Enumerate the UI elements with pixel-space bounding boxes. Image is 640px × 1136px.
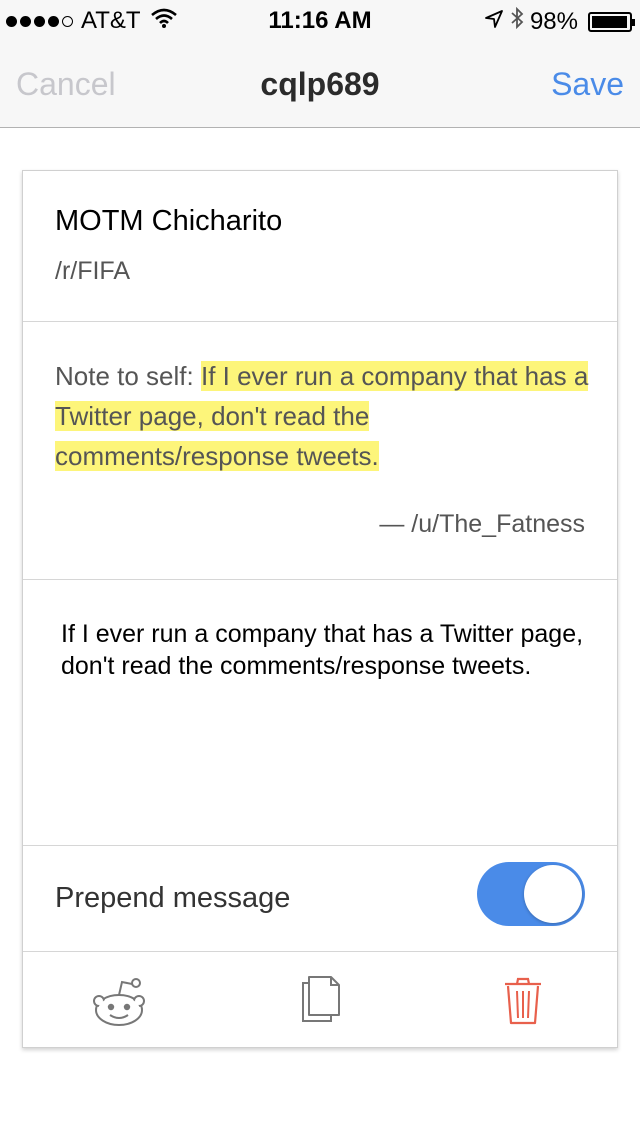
battery-fill: [592, 15, 628, 28]
message-body[interactable]: If I ever run a company that has a Twitt…: [23, 580, 617, 846]
reddit-alien-icon[interactable]: [89, 974, 149, 1030]
quote-text: Note to self: If I ever run a company th…: [55, 356, 595, 476]
subreddit-label: /r/FIFA: [55, 257, 130, 285]
status-bar: AT&T 11:16 AM 98%: [0, 0, 640, 40]
post-header: MOTM Chicharito /r/FIFA: [23, 171, 617, 322]
nav-title: cqlp689: [260, 66, 380, 102]
save-button[interactable]: Save: [551, 66, 624, 103]
location-icon: [484, 8, 504, 36]
trash-icon[interactable]: [493, 974, 553, 1030]
toggle-knob: [524, 865, 582, 923]
card-toolbar: [23, 952, 617, 1048]
prepend-toggle[interactable]: [477, 862, 585, 926]
quote-prefix: Note to self:: [55, 361, 201, 391]
prepend-row: Prepend message: [23, 846, 617, 952]
status-right: 98%: [484, 6, 635, 36]
copy-icon[interactable]: [291, 974, 351, 1030]
comment-card: MOTM Chicharito /r/FIFA Note to self: If…: [22, 170, 618, 1048]
nav-bar: Cancel cqlp689 Save: [0, 40, 640, 128]
post-title: MOTM Chicharito: [55, 205, 283, 237]
battery-icon: [588, 11, 635, 32]
battery-percent: 98%: [529, 7, 578, 35]
message-text[interactable]: If I ever run a company that has a Twitt…: [61, 618, 591, 682]
prepend-label: Prepend message: [55, 882, 291, 914]
bluetooth-icon: [510, 6, 524, 36]
quote-author: — /u/The_Fatness: [379, 510, 585, 538]
quote-preview: Note to self: If I ever run a company th…: [23, 322, 617, 580]
